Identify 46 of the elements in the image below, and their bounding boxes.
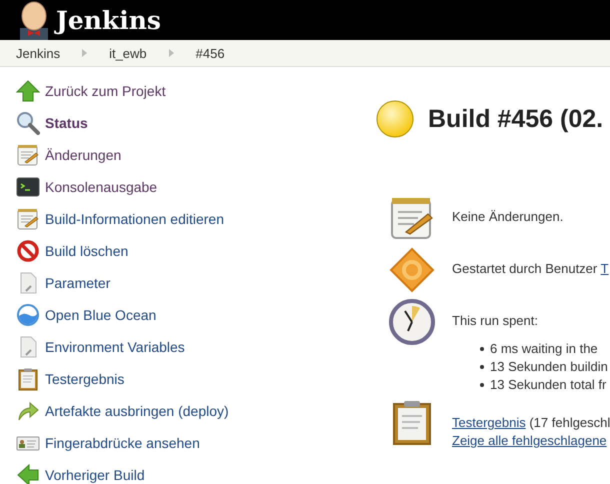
- notepad-icon: [16, 207, 40, 231]
- time-entry: 6 ms waiting in the: [490, 340, 598, 358]
- failure-count-text: (17 fehlgeschl: [529, 415, 610, 430]
- sidebar-link[interactable]: Parameter: [45, 275, 110, 291]
- sidebar-link[interactable]: Artefakte ausbringen (deploy): [45, 403, 229, 419]
- sidebar-link[interactable]: Status: [45, 115, 88, 131]
- build-title: Build #456 (02.: [428, 104, 604, 134]
- clock-icon: [388, 298, 436, 346]
- prohibited-icon: [16, 239, 40, 263]
- sidebar-link[interactable]: Konsolenausgabe: [45, 179, 158, 195]
- started-by-text: Gestartet durch Benutzer: [452, 261, 598, 276]
- search-icon: [16, 111, 40, 135]
- time-entry: 13 Sekunden buildin: [490, 358, 608, 376]
- sidebar-link[interactable]: Build-Informationen editieren: [45, 211, 224, 227]
- terminal-icon: [16, 175, 40, 199]
- bullet-icon: [480, 383, 484, 387]
- chevron-icon: [82, 49, 88, 57]
- sidebar-link[interactable]: Zurück zum Projekt: [45, 83, 166, 99]
- summary-text: Keine Änderungen.: [452, 209, 564, 224]
- sidebar-link[interactable]: Testergebnis: [45, 371, 124, 387]
- clipboard-icon: [16, 367, 40, 391]
- breadcrumb-link[interactable]: it_ewb: [109, 46, 147, 60]
- test-result-link[interactable]: Testergebnis: [452, 415, 526, 430]
- time-entry: 13 Sekunden total fr: [490, 376, 606, 394]
- curved-arrow-icon: [16, 399, 40, 423]
- sidebar-link[interactable]: Open Blue Ocean: [45, 307, 156, 323]
- notepad-icon: [16, 143, 40, 167]
- sidebar-link[interactable]: Änderungen: [45, 147, 122, 163]
- status-ball-icon: [376, 100, 414, 138]
- ocean-icon: [16, 303, 40, 327]
- bullet-icon: [480, 365, 484, 369]
- gear-diamond-icon: [388, 246, 436, 294]
- sidebar-link[interactable]: Vorheriger Build: [45, 467, 145, 483]
- sidebar-link[interactable]: Fingerabdrücke ansehen: [45, 435, 200, 451]
- logo-text[interactable]: Jenkins: [56, 6, 161, 34]
- summary-text: This run spent:: [452, 313, 538, 328]
- sidebar-link[interactable]: Environment Variables: [45, 339, 185, 355]
- breadcrumb-link[interactable]: #456: [196, 46, 225, 60]
- up-arrow-icon: [16, 79, 40, 103]
- bullet-icon: [480, 347, 484, 351]
- user-link[interactable]: T: [600, 261, 609, 276]
- left-arrow-icon: [16, 463, 40, 484]
- sidebar-link[interactable]: Build löschen: [45, 243, 128, 259]
- chevron-icon: [168, 49, 174, 57]
- breadcrumb-link[interactable]: Jenkins: [16, 46, 60, 60]
- failed-tests-link[interactable]: Zeige alle fehlgeschlagene: [452, 433, 607, 448]
